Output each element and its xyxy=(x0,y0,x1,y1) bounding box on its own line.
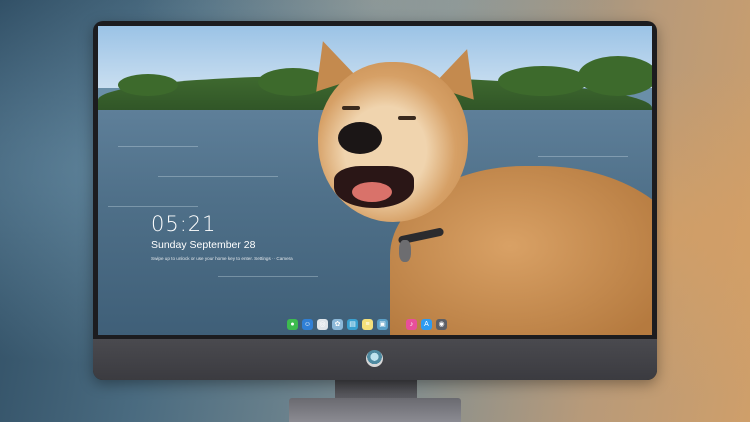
photos-icon[interactable]: ✿ xyxy=(332,319,343,330)
monitor-stand-base xyxy=(289,398,461,422)
camera-icon[interactable]: ◉ xyxy=(436,319,447,330)
wallpaper-dog-nose xyxy=(338,122,382,154)
lake-ripple xyxy=(108,206,198,207)
lock-screen-date: Sunday September 28 xyxy=(151,239,256,251)
lake-ripple xyxy=(158,176,278,177)
dock: ● ☺ ◎ ✿ ▤ ≡ ▣ ♪ A ◉ xyxy=(287,318,447,331)
wallpaper-dog-eye xyxy=(398,116,416,120)
lake-ripple xyxy=(118,146,198,147)
wallpaper-tree xyxy=(578,56,652,96)
notes-icon[interactable]: ≡ xyxy=(362,319,373,330)
lock-screen[interactable]: 05:21 Sunday September 28 Swipe up to un… xyxy=(98,26,652,335)
preview-icon[interactable]: ▣ xyxy=(377,319,388,330)
lock-screen-hint: Swipe up to unlock or use your home key … xyxy=(151,256,293,261)
safari-icon[interactable]: ◎ xyxy=(317,319,328,330)
lake-ripple xyxy=(218,276,318,277)
app-store-icon[interactable]: A xyxy=(421,319,432,330)
wallpaper-tree xyxy=(118,74,178,96)
lake-ripple xyxy=(538,156,628,157)
wallpaper-dog-eye xyxy=(342,106,360,110)
wallpaper-tree xyxy=(498,66,588,96)
brand-logo-icon xyxy=(366,350,383,367)
music-icon[interactable]: ♪ xyxy=(406,319,417,330)
clapper-icon[interactable]: ▤ xyxy=(347,319,358,330)
lock-screen-clock: 05:21 xyxy=(151,212,217,236)
finder-icon[interactable]: ☺ xyxy=(302,319,313,330)
wallpaper-dog-tag xyxy=(399,240,411,262)
wallpaper-dog-tongue xyxy=(352,182,392,202)
messages-icon[interactable]: ● xyxy=(287,319,298,330)
